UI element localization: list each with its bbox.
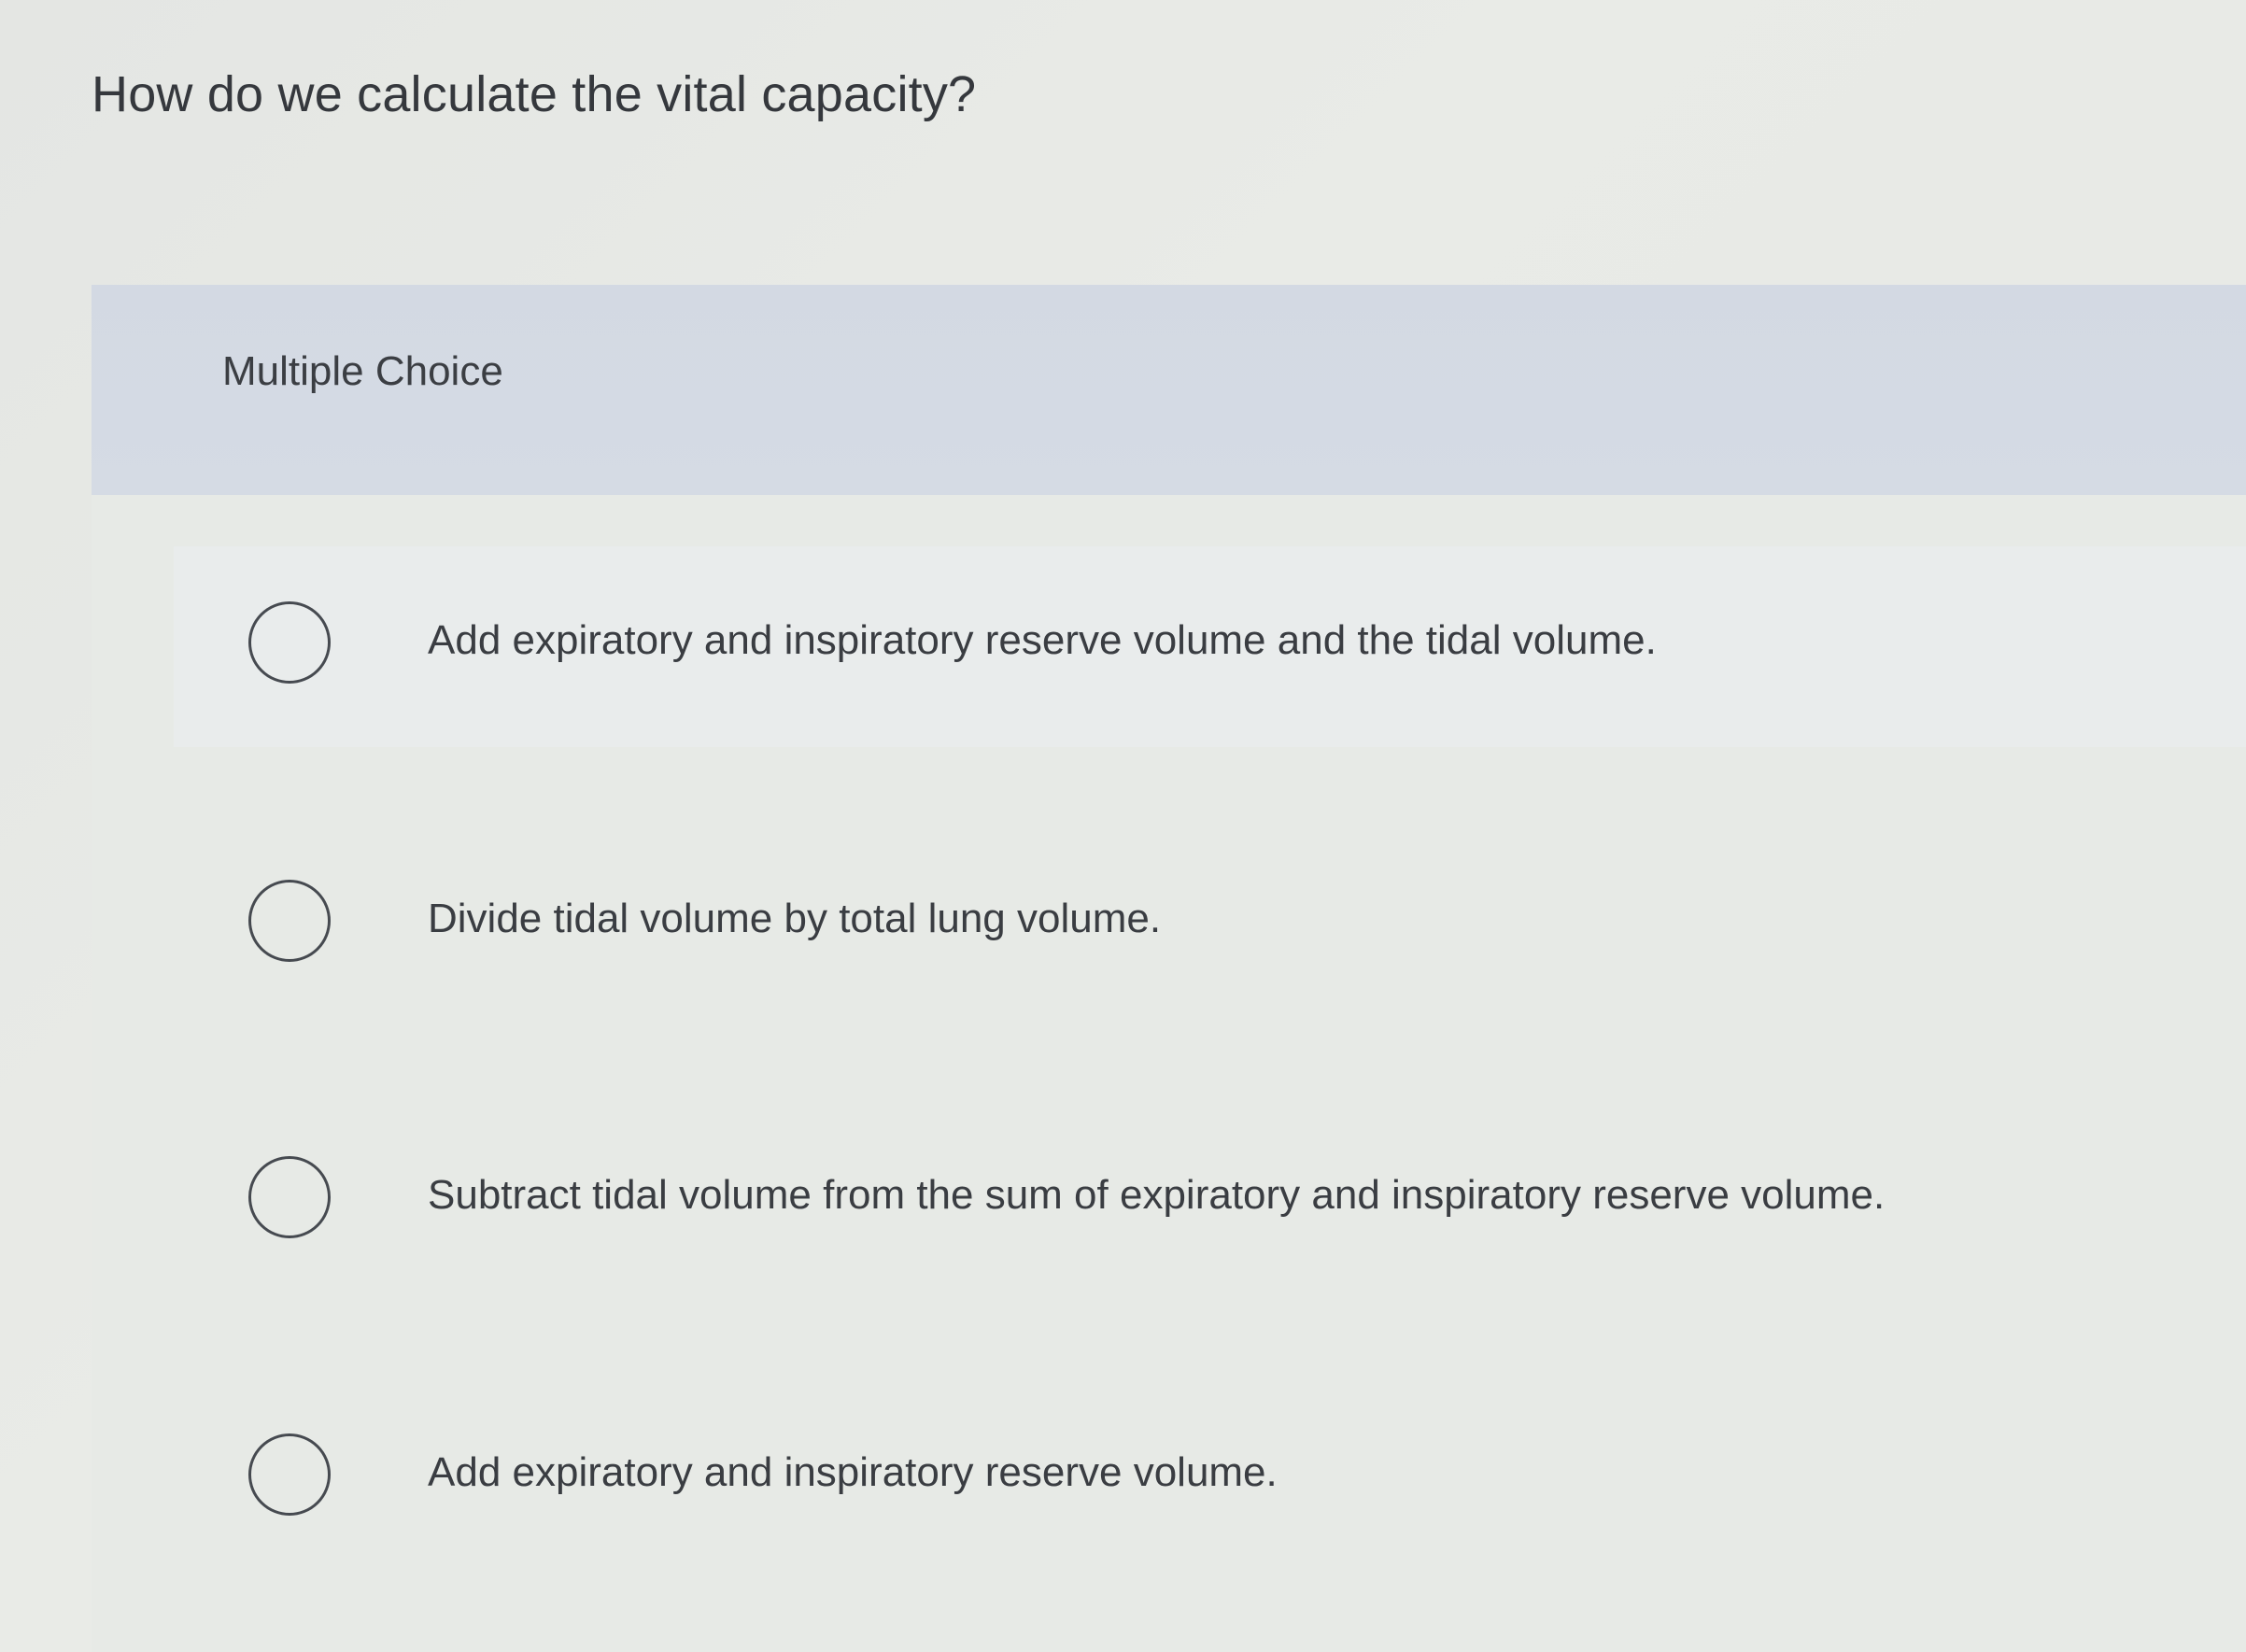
question-type-label: Multiple Choice xyxy=(222,348,503,394)
answer-option-label: Add expiratory and inspiratory reserve v… xyxy=(428,1449,1278,1495)
question-card: Multiple Choice Add expiratory and inspi… xyxy=(92,285,2246,1652)
answer-option-1[interactable]: Add expiratory and inspiratory reserve v… xyxy=(92,546,1959,733)
answer-option-label: Divide tidal volume by total lung volume… xyxy=(428,896,1162,941)
quiz-page: How do we calculate the vital capacity? … xyxy=(0,0,2246,1652)
answer-option-label: Add expiratory and inspiratory reserve v… xyxy=(428,617,1657,663)
radio-button-2[interactable] xyxy=(248,880,331,962)
answer-option-label: Subtract tidal volume from the sum of ex… xyxy=(428,1172,1886,1218)
answer-option-3[interactable]: Subtract tidal volume from the sum of ex… xyxy=(92,1102,1959,1289)
card-header: Multiple Choice xyxy=(92,285,2246,495)
answer-option-4[interactable]: Add expiratory and inspiratory reserve v… xyxy=(92,1377,1959,1564)
radio-button-4[interactable] xyxy=(248,1433,331,1516)
question-title: How do we calculate the vital capacity? xyxy=(92,66,977,122)
radio-button-1[interactable] xyxy=(248,601,331,684)
radio-button-3[interactable] xyxy=(248,1156,331,1238)
answer-option-2[interactable]: Divide tidal volume by total lung volume… xyxy=(92,826,1959,1013)
